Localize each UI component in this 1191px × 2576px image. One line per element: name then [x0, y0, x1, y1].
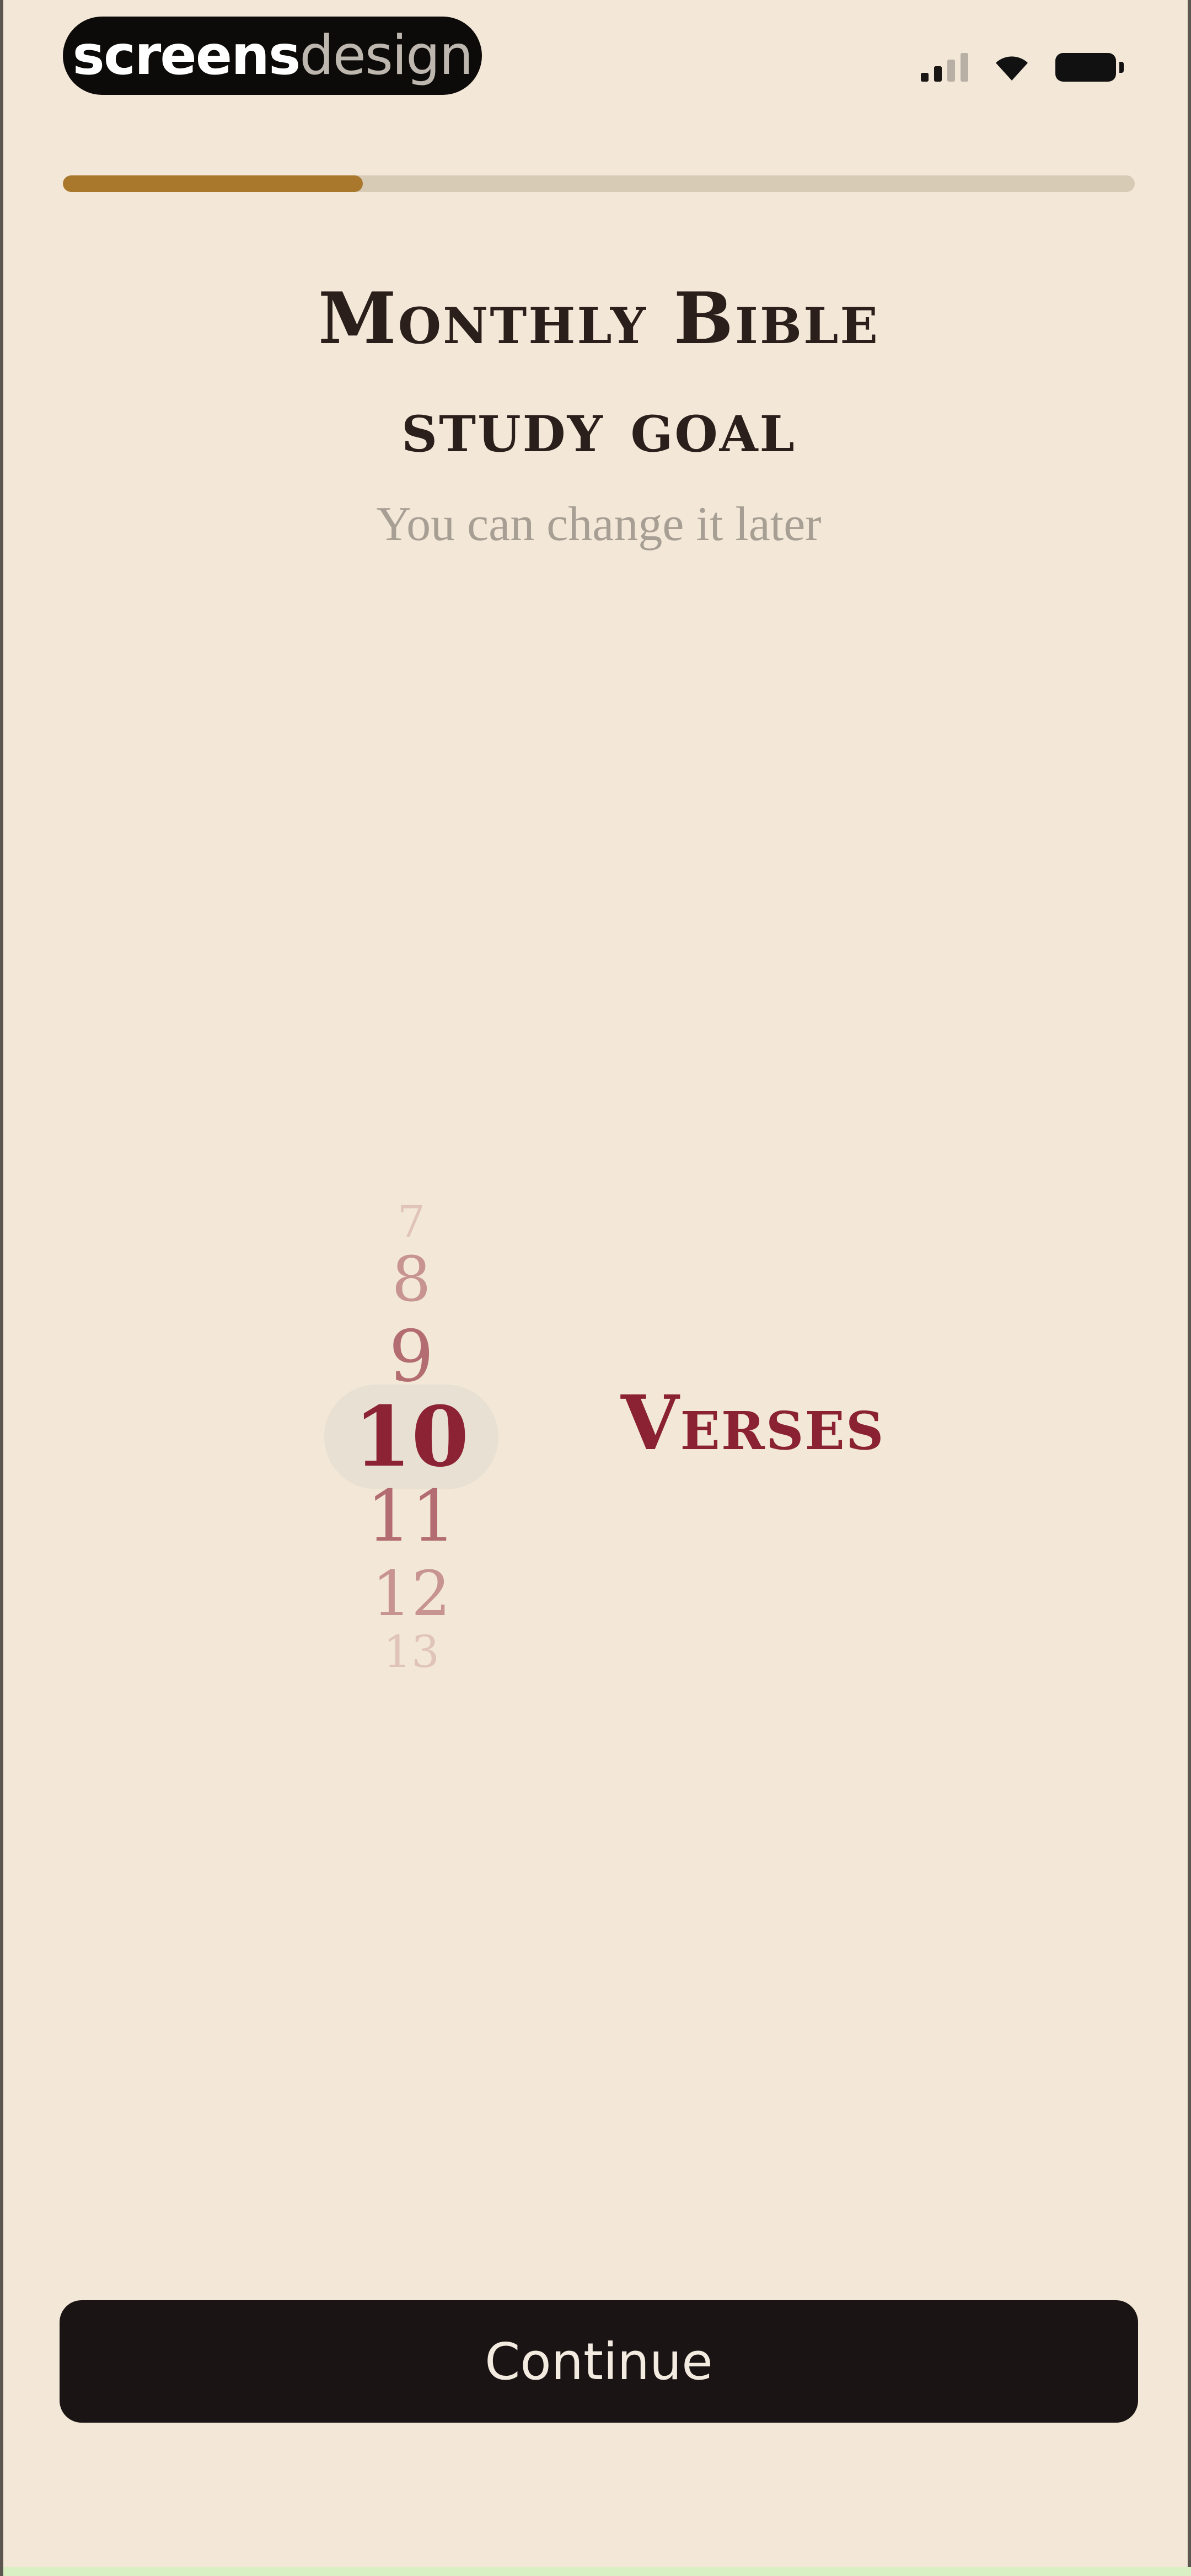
picker-item[interactable]: 8 [312, 1249, 511, 1311]
picker-item[interactable]: 13 [312, 1630, 511, 1674]
page-title-line-1: Monthly Bible [318, 277, 879, 360]
page-subtitle: You can change it later [376, 498, 822, 551]
picker-item[interactable]: 7 [312, 1200, 511, 1244]
wifi-icon [996, 56, 1028, 81]
cellular-signal-icon [921, 51, 968, 82]
picker-item[interactable]: 12 [312, 1563, 511, 1625]
picker-item[interactable]: 9 [312, 1322, 511, 1392]
progress-bar-fill [63, 175, 363, 192]
verse-count-picker[interactable]: 7 8 9 10 11 12 13 [312, 1169, 511, 1699]
picker-item[interactable]: 11 [312, 1482, 511, 1552]
picker-unit-label: Verses [621, 1379, 885, 1467]
brand-badge: screens design [63, 17, 482, 95]
bottom-edge [3, 2567, 1191, 2576]
page-title-line-2: study goal [401, 386, 796, 468]
goal-screen: screens design Monthly Bible study goal Y… [0, 0, 1191, 2576]
brand-text-light: design [299, 24, 473, 87]
progress-bar [63, 175, 1135, 192]
continue-button[interactable]: Continue [60, 2300, 1138, 2423]
battery-icon [1055, 53, 1124, 82]
page-title: Monthly Bible study goal [3, 265, 1191, 481]
status-icons [921, 51, 1124, 82]
brand-text-bold: screens [72, 24, 301, 87]
picker-item-selected[interactable]: 10 [312, 1396, 511, 1478]
